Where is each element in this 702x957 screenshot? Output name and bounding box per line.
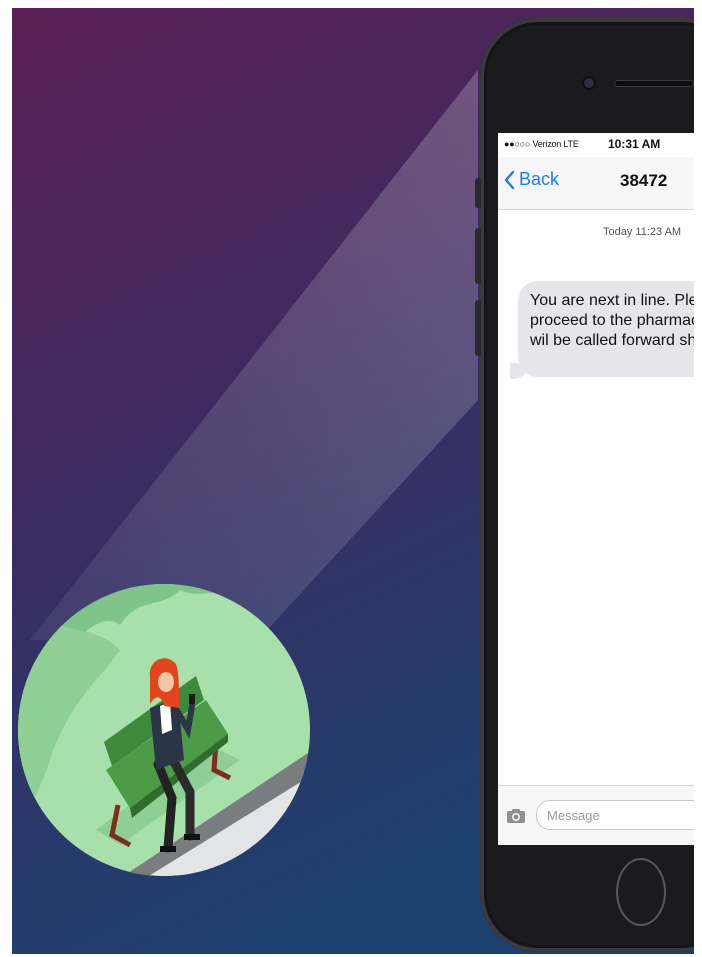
- received-message-bubble[interactable]: You are next in line. Ple proceed to the…: [518, 281, 694, 377]
- front-camera: [584, 78, 594, 88]
- message-input[interactable]: Message: [536, 800, 694, 830]
- status-time: 10:31 AM: [608, 137, 661, 151]
- back-label: Back: [519, 169, 560, 189]
- status-bar: ●●○○○ Verizon LTE 10:31 AM: [498, 133, 694, 155]
- promo-scene: ●●○○○ Verizon LTE 10:31 AM Back 38472 To…: [0, 0, 702, 957]
- conversation-title: 38472: [620, 171, 668, 190]
- carrier-signal: ●●○○○ Verizon LTE: [504, 139, 579, 149]
- mute-switch: [475, 178, 481, 208]
- page-margin-right: [694, 0, 702, 957]
- navigation-bar: Back 38472: [498, 157, 694, 210]
- message-line: proceed to the pharmac: [530, 312, 694, 329]
- messages-screen: ●●○○○ Verizon LTE 10:31 AM Back 38472 To…: [498, 133, 694, 845]
- message-line: wil be called forward sh: [530, 332, 694, 349]
- compose-bar: Message: [498, 785, 694, 845]
- camera-icon[interactable]: [506, 808, 526, 824]
- back-button[interactable]: Back: [504, 169, 559, 190]
- home-button[interactable]: [616, 858, 666, 926]
- chevron-left-icon: [504, 170, 515, 189]
- volume-up-button: [475, 228, 481, 284]
- message-timestamp: Today 11:23 AM: [603, 226, 682, 238]
- earpiece-speaker: [614, 80, 694, 87]
- volume-down-button: [475, 300, 481, 356]
- message-line: You are next in line. Ple: [530, 292, 694, 309]
